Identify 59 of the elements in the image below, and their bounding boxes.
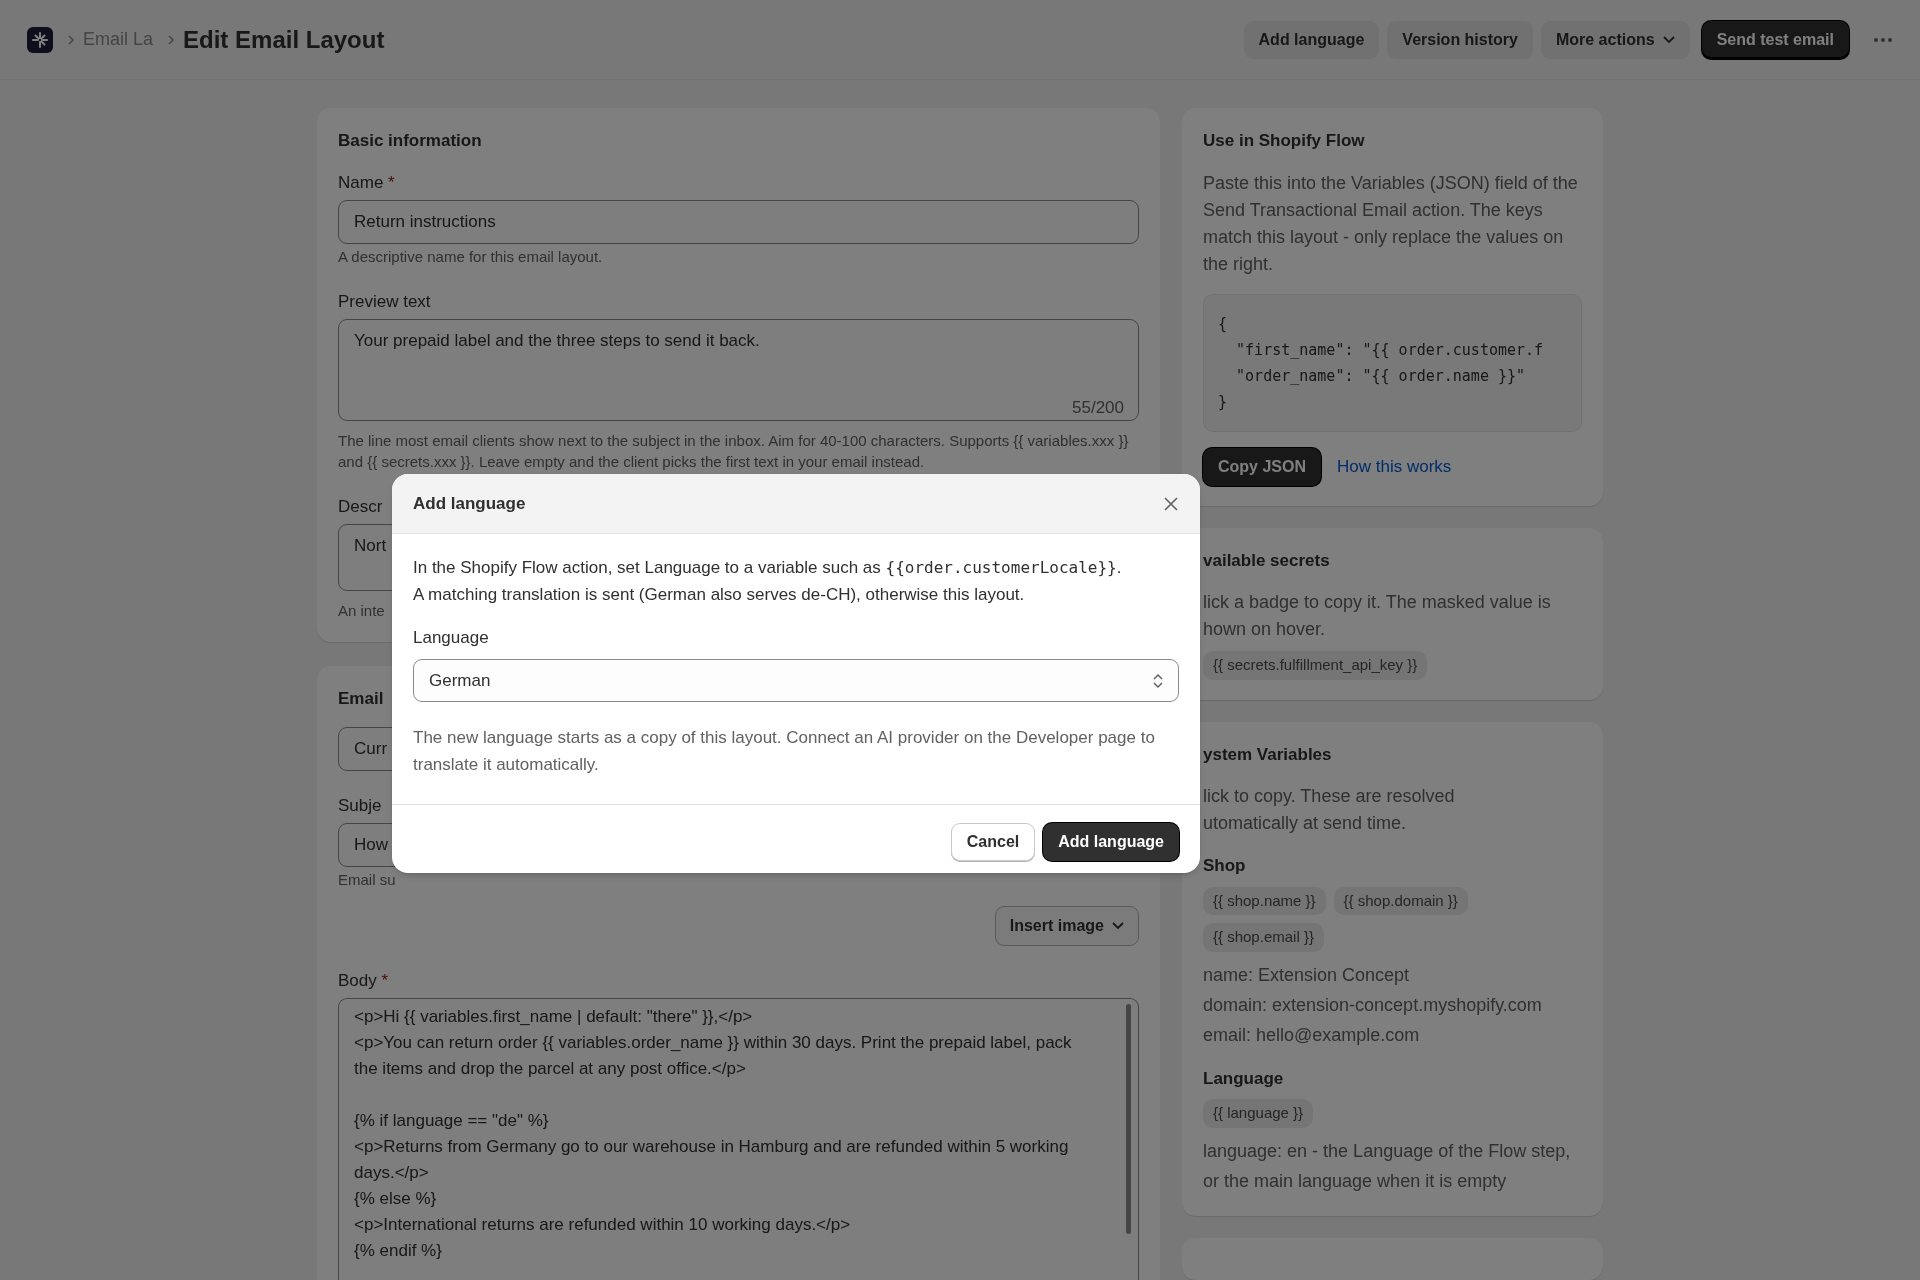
description-text: Paste this into the Variables (JSON) field of the Send Transactional Email action. The keys match this layout - only replace the values on the right.	[1203, 171, 1579, 276]
close-button[interactable]	[1163, 495, 1179, 512]
field-label: Subje	[338, 794, 382, 817]
section-title: Basic information	[338, 130, 482, 152]
description-text: hown on hover.	[1203, 618, 1327, 641]
character-counter: 55/200	[1072, 396, 1124, 419]
chevron-right-icon	[67, 34, 75, 45]
field-label: Preview text	[338, 290, 431, 313]
section-title: vailable secrets	[1203, 549, 1330, 572]
variable-chip[interactable]: {{ shop.email }}	[1203, 923, 1324, 952]
insert-image-button[interactable]: Insert image	[994, 905, 1139, 946]
header-button[interactable]: Add language	[1243, 20, 1380, 59]
text-field[interactable]: Return instructions	[338, 200, 1139, 244]
value-text: name: Extension Concept	[1203, 963, 1411, 987]
header-button[interactable]: Version history	[1387, 20, 1533, 59]
chevron-down-icon	[1112, 921, 1124, 930]
section-title: Email	[338, 687, 384, 710]
scrollbar[interactable]	[1126, 1004, 1131, 1235]
variable-chip[interactable]: {{ shop.domain }}	[1333, 886, 1468, 915]
help-text: A descriptive name for this email layout.	[338, 246, 603, 267]
chevron-down-icon	[1662, 35, 1675, 44]
field-label: Descr	[338, 495, 383, 518]
close-icon	[1163, 495, 1179, 512]
description-text: lick a badge to copy it. The masked value is	[1203, 591, 1552, 614]
section-title: Use in Shopify Flow	[1203, 130, 1365, 152]
modal-title: Add language	[413, 492, 526, 515]
copy-json-button[interactable]: Copy JSON	[1203, 447, 1321, 486]
language-select[interactable]: German	[413, 659, 1179, 702]
header-button[interactable]: Send test email	[1701, 20, 1849, 59]
field-label: Name *	[338, 171, 395, 194]
value-text: email: hello@example.com	[1203, 1023, 1421, 1047]
field-label: Language	[413, 627, 489, 649]
field-label: Body *	[338, 969, 389, 992]
app-logo-icon	[27, 26, 53, 53]
chevron-right-icon	[167, 34, 176, 45]
help-text: The new language starts as a copy of this layout. Connect an AI provider on the Developer page to translate it automatically.	[413, 727, 1156, 776]
variable-chip[interactable]: {{ shop.name }}	[1203, 886, 1326, 915]
variable-chip[interactable]: {{ secrets.fulfillment_api_key }}	[1203, 651, 1428, 680]
modal-description: In the Shopify Flow action, set Language to a variable such as {{order.customerLocale}}. A matching translation is sent (German also serves de-CH), otherwise this layout.	[413, 557, 1123, 606]
description-text: utomatically at send time.	[1203, 812, 1408, 835]
group-title: Shop	[1203, 855, 1247, 877]
help-text: The line most email clients show next to the subject in the inbox. Aim for 40-100 characters. Supports {{ variables.xxx }} and {{ secrets.xxx }}. Leave empty and the client picks the first text in your email instead.	[338, 431, 1130, 472]
ellipsis-icon	[1873, 37, 1893, 44]
dropdown-button[interactable]: More actions	[1540, 20, 1690, 59]
confirm-button[interactable]: Add language	[1043, 823, 1179, 861]
group-title: Language	[1203, 1067, 1285, 1090]
variable-chip[interactable]: {{ language }}	[1203, 1099, 1314, 1128]
help-text: Email su	[338, 869, 396, 890]
description-text: lick to copy. These are resolved	[1203, 785, 1456, 808]
page-title: Edit Email Layout	[183, 24, 385, 55]
code-block: { "first_name": "{{ order.customer.f "order_name": "{{ order.name }}" }	[1203, 293, 1582, 432]
cancel-button[interactable]: Cancel	[950, 823, 1036, 861]
help-text: An inte	[338, 601, 385, 622]
section-title: ystem Variables	[1203, 743, 1332, 766]
updown-icon	[1153, 672, 1163, 689]
value-text: language: en - the Language of the Flow step, or the main language when it is empty	[1203, 1139, 1572, 1193]
help-link[interactable]: How this works	[1337, 453, 1452, 480]
code-editor[interactable]: <p>Hi {{ variables.first_name | default: "there" }},</p> <p>You can return order {{ variables.order_name }} within 30 days. Print the prepaid label, pack the items and drop the parcel at any post office.</p> {% if language == "de" %} <p>Returns from Germany go to our warehouse in Hamburg and are refunded within 5 working days.</p> {% else %} <p>International returns are refunded within 10 working days.</p> {% endif %}	[338, 998, 1139, 1280]
value-text: domain: extension-concept.myshopify.com	[1203, 993, 1543, 1017]
